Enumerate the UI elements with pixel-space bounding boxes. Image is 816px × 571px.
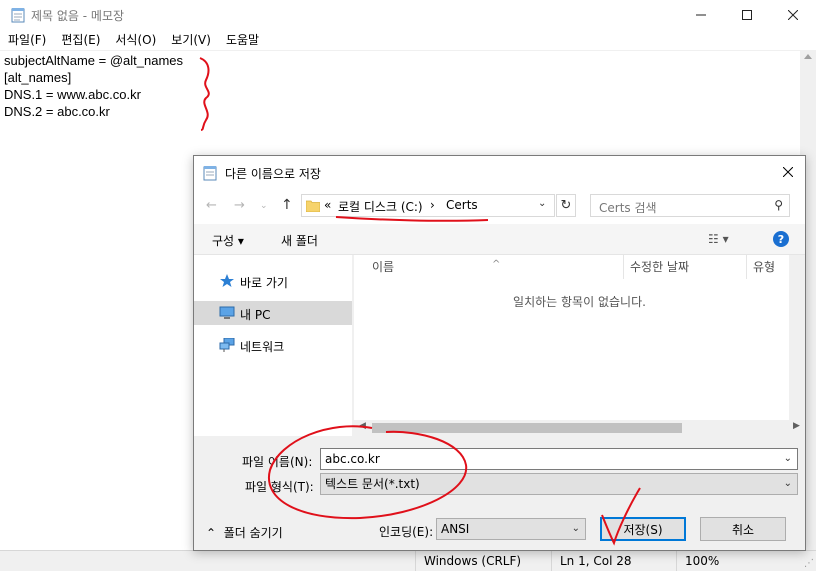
dialog-toolbar: 구성 ▾ 새 폴더 ☷ ▾ ? [194, 224, 805, 255]
editor-line: DNS.1 = www.abc.co.kr [4, 87, 141, 102]
editor-line: [alt_names] [4, 70, 72, 85]
nav-item-label: 네트워크 [240, 340, 285, 354]
nav-item-label: 바로 가기 [240, 276, 288, 290]
chevron-down-icon[interactable]: ⌄ [538, 198, 546, 209]
new-folder-button[interactable]: 새 폴더 [281, 232, 318, 249]
organize-button[interactable]: 구성 ▾ [212, 232, 244, 249]
filetype-select[interactable]: 텍스트 문서(*.txt) ⌄ [320, 473, 798, 495]
breadcrumb-overflow[interactable]: « [324, 198, 331, 212]
close-icon [788, 10, 798, 20]
close-icon [783, 167, 793, 177]
chevron-down-icon[interactable]: ⌄ [572, 519, 580, 539]
resize-grip-icon[interactable]: ⋰ [804, 558, 814, 569]
encoding-label: 인코딩(E): [379, 525, 434, 539]
back-arrow-icon[interactable]: ← [206, 198, 217, 213]
close-button[interactable] [770, 0, 816, 30]
breadcrumb-separator: › [430, 198, 435, 212]
nav-item-label: 내 PC [240, 308, 271, 322]
save-as-dialog: 다른 이름으로 저장 ← → ⌄ ↑ « 로컬 디스크 (C:) › Certs… [193, 155, 806, 551]
computer-icon [219, 306, 235, 319]
minimize-button[interactable] [678, 0, 724, 30]
cancel-button[interactable]: 취소 [700, 517, 786, 541]
notepad-app-icon [11, 8, 25, 23]
scroll-thumb[interactable] [372, 423, 682, 433]
view-options-icon[interactable]: ☷ ▾ [708, 232, 729, 246]
dialog-titlebar: 다른 이름으로 저장 [194, 156, 805, 188]
sort-caret-icon: ^ [492, 259, 501, 270]
address-bar[interactable]: « 로컬 디스크 (C:) › Certs ⌄ [301, 194, 555, 217]
filetype-value: 텍스트 문서(*.txt) [325, 477, 420, 491]
column-header-type[interactable]: 유형 [747, 255, 789, 279]
chevron-up-icon: ⌃ [206, 526, 217, 540]
filetype-label: 파일 형식(T): [245, 480, 314, 494]
chevron-down-icon[interactable]: ⌄ [784, 449, 792, 469]
status-line-ending: Windows (CRLF) [415, 551, 521, 571]
navigation-pane: 바로 가기 내 PC 네트워크 [194, 255, 352, 436]
filename-value: abc.co.kr [325, 452, 380, 466]
file-list-vertical-scrollbar[interactable] [789, 255, 805, 420]
menu-help[interactable]: 도움말 [218, 30, 266, 50]
editor-line: DNS.2 = abc.co.kr [4, 104, 110, 119]
status-zoom: 100% [676, 551, 719, 571]
dialog-title: 다른 이름으로 저장 [225, 167, 321, 181]
recent-locations-icon[interactable]: ⌄ [260, 201, 268, 211]
menu-file[interactable]: 파일(F) [0, 30, 53, 50]
editor-line: subjectAltName = @alt_names [4, 53, 184, 68]
breadcrumb-certs[interactable]: Certs [446, 198, 478, 212]
scroll-right-icon[interactable]: ▶ [793, 421, 800, 431]
search-box[interactable]: Certs 검색 ⚲ [590, 194, 790, 217]
minimize-icon [696, 14, 706, 16]
filename-input[interactable]: abc.co.kr ⌄ [320, 448, 798, 470]
file-list: 이름 ^ 수정한 날짜 유형 일치하는 항목이 없습니다. ◀ ▶ [354, 255, 805, 436]
window-title: 제목 없음 - 메모장 [31, 9, 125, 23]
menu-edit[interactable]: 편집(E) [53, 30, 107, 50]
nav-item-quick-access[interactable]: 바로 가기 [194, 269, 352, 293]
scroll-up-icon[interactable] [804, 54, 812, 59]
menu-bar: 파일(F) 편집(E) 서식(O) 보기(V) 도움말 [0, 30, 816, 50]
column-header-name[interactable]: 이름 ^ [354, 255, 624, 279]
folder-icon [306, 200, 320, 212]
maximize-button[interactable] [724, 0, 770, 30]
menu-view[interactable]: 보기(V) [163, 30, 218, 50]
file-list-horizontal-scrollbar[interactable]: ◀ ▶ [354, 420, 805, 436]
refresh-button[interactable]: ↻ [556, 194, 576, 217]
empty-list-message: 일치하는 항목이 없습니다. [513, 295, 646, 309]
help-icon[interactable]: ? [773, 231, 789, 247]
hide-folders-toggle[interactable]: ⌃ 폴더 숨기기 [206, 524, 283, 541]
network-icon [219, 338, 235, 352]
navigation-bar: ← → ⌄ ↑ « 로컬 디스크 (C:) › Certs ⌄ ↻ Certs … [194, 188, 805, 224]
forward-arrow-icon[interactable]: → [234, 198, 245, 213]
notepad-titlebar: 제목 없음 - 메모장 [0, 0, 816, 30]
notepad-app-icon [203, 166, 217, 181]
nav-item-this-pc[interactable]: 내 PC [194, 301, 352, 325]
star-icon [220, 274, 234, 287]
chevron-down-icon[interactable]: ⌄ [784, 474, 792, 494]
search-placeholder: Certs 검색 [599, 201, 657, 215]
status-bar: Windows (CRLF) Ln 1, Col 28 100% ⋰ [0, 550, 816, 571]
encoding-select[interactable]: ANSI ⌄ [436, 518, 586, 540]
filename-label: 파일 이름(N): [242, 455, 313, 469]
search-icon: ⚲ [774, 198, 783, 212]
up-arrow-icon[interactable]: ↑ [281, 197, 293, 213]
maximize-icon [742, 10, 752, 20]
nav-item-network[interactable]: 네트워크 [194, 333, 352, 357]
menu-format[interactable]: 서식(O) [107, 30, 163, 50]
save-button[interactable]: 저장(S) [600, 517, 686, 541]
column-header-modified[interactable]: 수정한 날짜 [624, 255, 747, 279]
encoding-value: ANSI [441, 522, 470, 536]
breadcrumb-local-disk[interactable]: 로컬 디스크 (C:) [338, 198, 423, 215]
refresh-icon: ↻ [560, 198, 572, 213]
status-cursor-position: Ln 1, Col 28 [551, 551, 632, 571]
scroll-left-icon[interactable]: ◀ [359, 421, 366, 431]
dialog-close-button[interactable] [771, 156, 805, 188]
